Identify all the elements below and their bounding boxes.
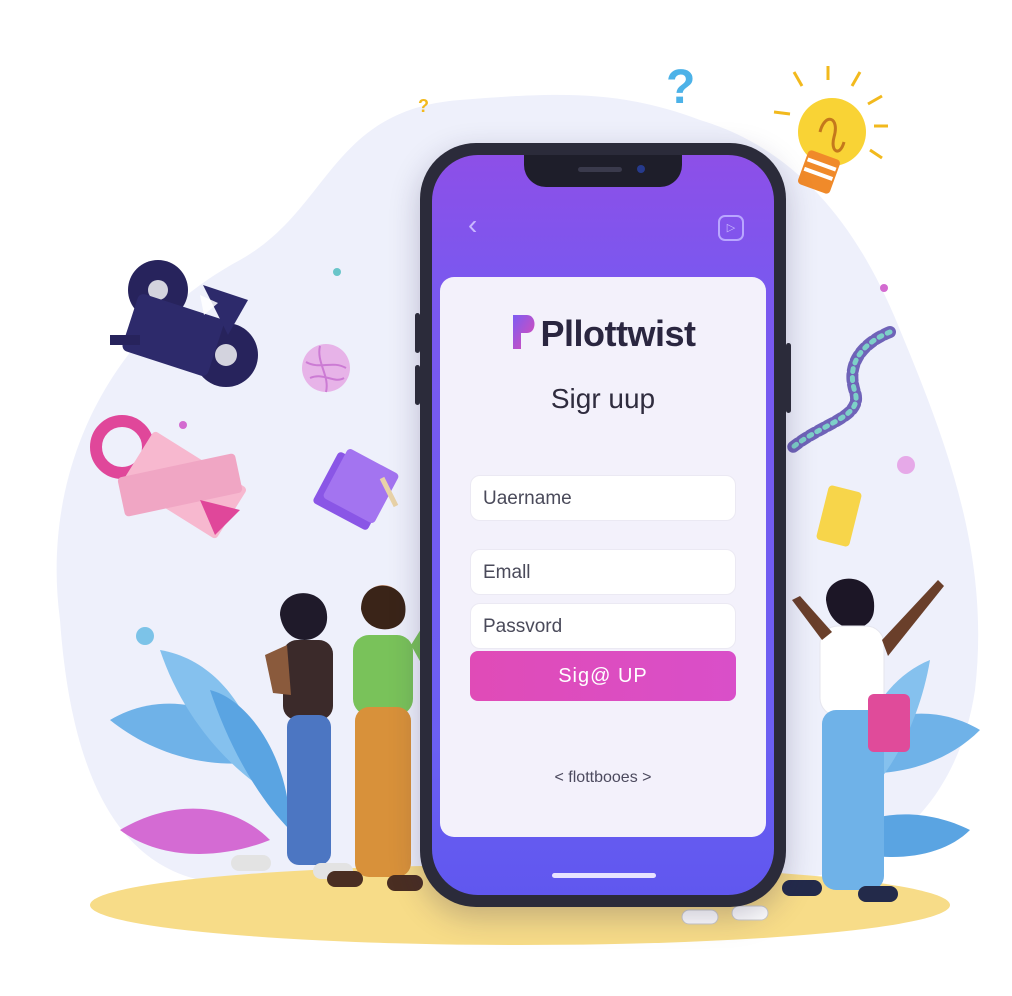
email-field[interactable]: Emall bbox=[470, 549, 736, 595]
play-icon[interactable]: ▷ bbox=[718, 215, 744, 241]
brand-name: Pllottwist bbox=[540, 313, 697, 354]
lightbulb-icon bbox=[773, 66, 888, 194]
phone-notch bbox=[524, 155, 682, 187]
power-button bbox=[786, 343, 791, 413]
signup-heading: Sigr uup bbox=[550, 383, 656, 414]
question-mark-small: ? bbox=[418, 96, 429, 116]
front-camera bbox=[637, 165, 645, 173]
speaker-grill bbox=[578, 167, 622, 172]
phone-device: ‹ ▷ Pllottwist Sigr uup Uaername Emall P… bbox=[415, 143, 791, 907]
book-icon bbox=[313, 449, 399, 530]
volume-down-button bbox=[415, 365, 420, 405]
yarn-ball-icon bbox=[302, 344, 350, 393]
film-ticket-icon bbox=[90, 415, 247, 539]
footer-nav-link[interactable]: < flottbooes > bbox=[440, 769, 766, 787]
signup-card: Pllottwist Sigr uup Uaername Emall Passv… bbox=[440, 277, 766, 837]
app-logo: Pllottwist bbox=[440, 313, 766, 355]
question-mark-large: ? bbox=[666, 61, 696, 114]
illustration-scene: ? ? ‹ ▷ Pllottwist Sigr uup Uaername Ema… bbox=[0, 0, 1012, 996]
volume-up-button bbox=[415, 313, 420, 353]
home-indicator bbox=[552, 873, 656, 878]
chevron-left-icon[interactable]: ‹ bbox=[468, 211, 477, 239]
phone-screen: ‹ ▷ Pllottwist Sigr uup Uaername Emall P… bbox=[432, 155, 774, 895]
username-field[interactable]: Uaername bbox=[470, 475, 736, 521]
logo-mark-icon bbox=[512, 315, 534, 349]
film-projector-icon bbox=[110, 260, 258, 387]
signup-button[interactable]: Sig@ UP bbox=[470, 651, 736, 701]
tag-icon bbox=[816, 485, 862, 547]
password-field[interactable]: Passvord bbox=[470, 603, 736, 649]
ribbon-icon bbox=[787, 326, 896, 453]
